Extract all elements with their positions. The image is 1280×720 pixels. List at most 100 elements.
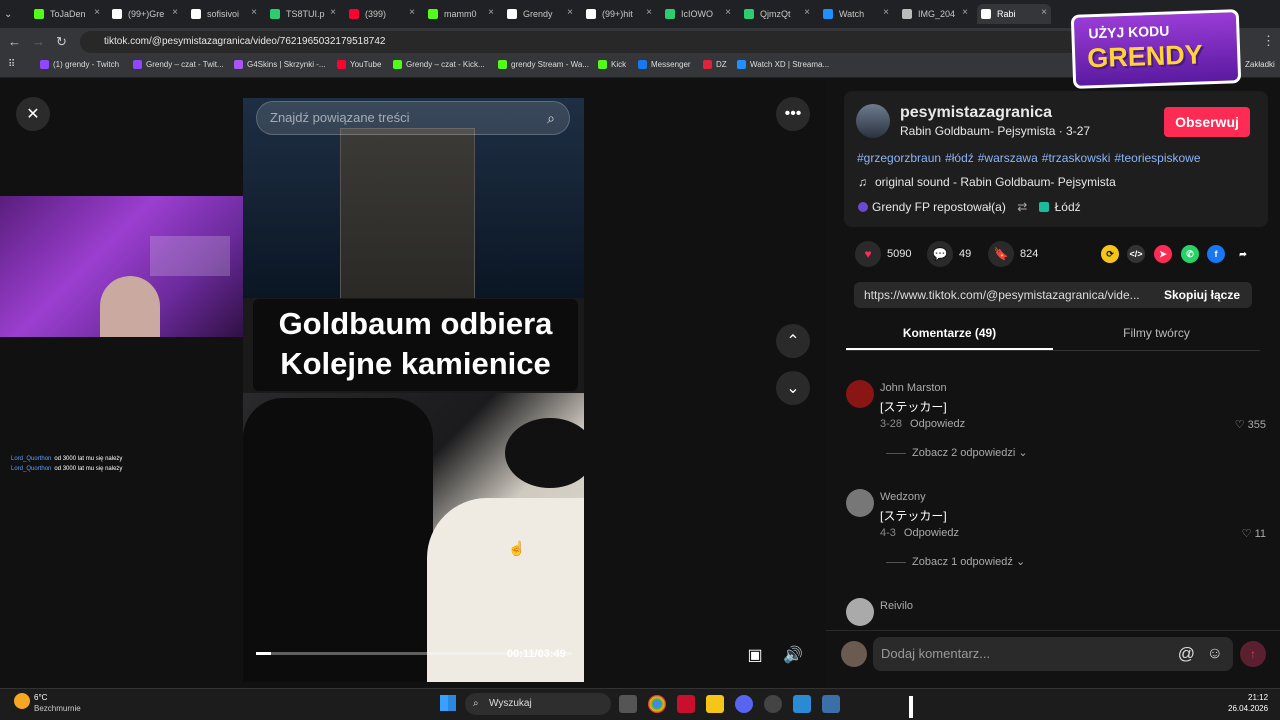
bookmark-item[interactable]: Grendy – czat - Twit... bbox=[133, 60, 224, 69]
windows-start-icon[interactable] bbox=[440, 695, 456, 711]
sound-row[interactable]: ♫ original sound - Rabin Goldbaum- Pejsym… bbox=[858, 175, 1116, 189]
bookmark-item[interactable]: G4Skins | Skrzynki -... bbox=[234, 60, 326, 69]
tab-close-icon[interactable]: × bbox=[883, 7, 889, 18]
related-search-input[interactable]: Znajdź powiązane treści ⌕ bbox=[256, 101, 570, 135]
browser-tab[interactable]: Grendy × bbox=[503, 4, 577, 24]
bookmark-item[interactable]: (1) grendy - Twitch bbox=[40, 60, 119, 69]
browser-tab[interactable]: QjmzQt × bbox=[740, 4, 814, 24]
tab-close-icon[interactable]: × bbox=[725, 7, 731, 18]
hashtag-link[interactable]: #trzaskowski bbox=[1042, 151, 1111, 165]
tab-close-icon[interactable]: × bbox=[646, 7, 652, 18]
tab-close-icon[interactable]: × bbox=[488, 7, 494, 18]
discord-icon[interactable] bbox=[735, 695, 753, 713]
view-replies-button[interactable]: Zobacz 2 odpowiedzi ⌄ bbox=[886, 446, 1028, 459]
copy-link-button[interactable]: Skopiuj łącze bbox=[1152, 282, 1252, 308]
apps-icon[interactable]: ⠿ bbox=[8, 59, 15, 70]
tab-close-icon[interactable]: × bbox=[251, 7, 257, 18]
tab-creator-videos[interactable]: Filmy twórcy bbox=[1053, 318, 1260, 350]
commenter-name[interactable]: Wedzony bbox=[880, 491, 926, 503]
taskbar-search[interactable]: ⌕ Wyszukaj bbox=[465, 693, 611, 715]
forward-icon[interactable]: → bbox=[32, 34, 45, 49]
commenter-name[interactable]: John Marston bbox=[880, 382, 947, 394]
tab-comments[interactable]: Komentarze (49) bbox=[846, 318, 1053, 350]
post-comment-button[interactable]: ↑ bbox=[1240, 641, 1266, 667]
bookmark-item[interactable]: Kick bbox=[598, 60, 626, 69]
notepad-icon[interactable] bbox=[793, 695, 811, 713]
tab-close-icon[interactable]: × bbox=[94, 7, 100, 18]
app-icon[interactable] bbox=[677, 695, 695, 713]
calculator-icon[interactable] bbox=[822, 695, 840, 713]
bookmark-item[interactable]: Watch XD | Streama... bbox=[737, 60, 829, 69]
repost-share-icon[interactable]: ⟳ bbox=[1101, 245, 1119, 263]
back-icon[interactable]: ← bbox=[8, 34, 21, 49]
browser-tab[interactable]: mamm0 × bbox=[424, 4, 498, 24]
comment-like-button[interactable]: ♡ 11 bbox=[1242, 527, 1266, 540]
hashtag-link[interactable]: #łódź bbox=[945, 151, 974, 165]
commenter-avatar[interactable] bbox=[846, 598, 874, 626]
next-video-icon[interactable]: ⌄ bbox=[776, 371, 810, 405]
browser-tab[interactable]: IMG_204 × bbox=[898, 4, 972, 24]
clock-date[interactable]: 26.04.2026 bbox=[1228, 704, 1268, 713]
tab-close-icon[interactable]: × bbox=[330, 7, 336, 18]
comment-input[interactable]: Dodaj komentarz... @ ☺ bbox=[873, 637, 1233, 671]
whatsapp-icon[interactable]: ✆ bbox=[1181, 245, 1199, 263]
comment-like-button[interactable]: ♡ 355 bbox=[1235, 418, 1266, 431]
embed-icon[interactable]: </> bbox=[1127, 245, 1145, 263]
menu-icon[interactable]: ⋮ bbox=[1262, 33, 1275, 49]
browser-tab[interactable]: (99+)hit × bbox=[582, 4, 656, 24]
previous-video-icon[interactable]: ⌃ bbox=[776, 324, 810, 358]
view-replies-button[interactable]: Zobacz 1 odpowiedź ⌄ bbox=[886, 555, 1025, 568]
emoji-icon[interactable]: ☺ bbox=[1207, 637, 1223, 671]
tab-close-icon[interactable]: × bbox=[962, 7, 968, 18]
mention-icon[interactable]: @ bbox=[1178, 637, 1195, 671]
facebook-icon[interactable]: f bbox=[1207, 245, 1225, 263]
commenter-name[interactable]: Reivilo bbox=[880, 600, 913, 612]
tab-close-icon[interactable]: × bbox=[172, 7, 178, 18]
bookmark-item[interactable]: Messenger bbox=[638, 60, 691, 69]
url-input[interactable]: tiktok.com/@pesymistazagranica/video/762… bbox=[80, 31, 1180, 53]
browser-tab[interactable]: sofisivoi × bbox=[187, 4, 261, 24]
browser-tab[interactable]: Watch × bbox=[819, 4, 893, 24]
clock-time[interactable]: 21:12 bbox=[1248, 693, 1268, 702]
tab-close-icon[interactable]: × bbox=[1041, 7, 1047, 18]
weather-icon[interactable] bbox=[14, 693, 30, 709]
weather-temp[interactable]: 6°C bbox=[34, 693, 47, 702]
like-button[interactable]: ♥ 5090 bbox=[855, 241, 911, 267]
close-icon[interactable]: ✕ bbox=[16, 97, 50, 131]
hashtag-link[interactable]: #grzegorzbraun bbox=[857, 151, 941, 165]
search-icon[interactable]: ⌕ bbox=[547, 102, 555, 134]
browser-tab[interactable]: IcIOWO × bbox=[661, 4, 735, 24]
commenter-avatar[interactable] bbox=[846, 489, 874, 517]
bookmark-item[interactable]: YouTube bbox=[337, 60, 381, 69]
comments-button[interactable]: 💬 49 bbox=[927, 241, 971, 267]
share-arrow-icon[interactable]: ➦ bbox=[1234, 245, 1252, 263]
steam-icon[interactable] bbox=[764, 695, 782, 713]
browser-tab[interactable]: (99+)Gre × bbox=[108, 4, 182, 24]
author-handle[interactable]: pesymistazagranica bbox=[900, 104, 1052, 122]
bookmark-item[interactable]: Grendy – czat - Kick... bbox=[393, 60, 485, 69]
send-icon[interactable]: ➤ bbox=[1154, 245, 1172, 263]
bookmarks-folder[interactable]: Zakładki bbox=[1245, 60, 1275, 69]
more-options-icon[interactable]: ••• bbox=[776, 97, 810, 131]
commenter-avatar[interactable] bbox=[846, 380, 874, 408]
tab-close-icon[interactable]: × bbox=[409, 7, 415, 18]
tab-close-icon[interactable]: × bbox=[804, 7, 810, 18]
tab-search-button[interactable]: ⌄ bbox=[4, 4, 22, 24]
bookmark-item[interactable]: DZ bbox=[703, 60, 727, 69]
author-avatar[interactable] bbox=[856, 104, 890, 138]
hashtag-link[interactable]: #warszawa bbox=[978, 151, 1038, 165]
task-view-icon[interactable] bbox=[619, 695, 637, 713]
browser-tab[interactable]: TS8TUI.p × bbox=[266, 4, 340, 24]
tab-close-icon[interactable]: × bbox=[567, 7, 573, 18]
bookmark-item[interactable]: grendy Stream - Wa... bbox=[498, 60, 589, 69]
hashtag-link[interactable]: #teoriespiskowe bbox=[1114, 151, 1200, 165]
volume-icon[interactable]: 🔊 bbox=[776, 638, 810, 672]
reply-button[interactable]: Odpowiedz bbox=[904, 527, 959, 539]
save-button[interactable]: 🔖 824 bbox=[988, 241, 1038, 267]
file-explorer-icon[interactable] bbox=[706, 695, 724, 713]
browser-tab[interactable]: ToJaDen × bbox=[30, 4, 104, 24]
follow-button[interactable]: Obserwuj bbox=[1164, 107, 1250, 137]
browser-tab[interactable]: Rabi × bbox=[977, 4, 1051, 24]
chrome-icon[interactable] bbox=[648, 695, 666, 713]
pip-icon[interactable]: ▣ bbox=[738, 638, 772, 672]
